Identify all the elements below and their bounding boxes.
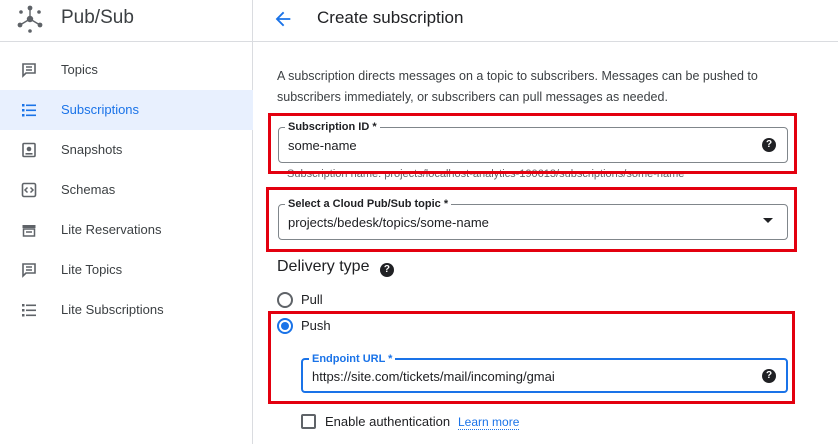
enable-authentication-checkbox[interactable]: [301, 414, 316, 429]
back-arrow-icon[interactable]: [272, 8, 294, 30]
sidebar-item-snapshots[interactable]: Snapshots: [0, 130, 253, 170]
sidebar-item-label: Snapshots: [61, 142, 123, 157]
sidebar-item-label: Lite Reservations: [61, 222, 162, 237]
pubsub-logo-icon: [17, 5, 43, 33]
push-radio-label: Push: [301, 318, 331, 333]
sidebar-item-lite-topics[interactable]: Lite Topics: [0, 250, 253, 290]
pull-radio[interactable]: [277, 292, 293, 308]
message-icon: [22, 263, 36, 278]
sidebar-item-lite-subscriptions[interactable]: Lite Subscriptions: [0, 290, 253, 330]
delivery-type-title: Delivery type ?: [277, 258, 394, 277]
help-icon[interactable]: ?: [762, 369, 776, 383]
learn-more-link[interactable]: Learn more: [458, 415, 520, 430]
subscription-id-label: Subscription ID *: [285, 120, 380, 134]
subscription-id-value: some-name: [288, 138, 357, 153]
enable-authentication-label: Enable authentication: [325, 414, 451, 429]
message-icon: [22, 63, 36, 78]
help-icon[interactable]: ?: [762, 138, 776, 152]
sidebar: Pub/Sub Topics Subscriptions Snapshots S…: [0, 0, 253, 444]
brand-header: Pub/Sub: [0, 0, 253, 42]
sidebar-item-label: Schemas: [61, 182, 116, 197]
list-icon: [22, 104, 36, 117]
dropdown-arrow-icon: [763, 218, 773, 223]
code-icon: [21, 182, 37, 198]
topic-select[interactable]: Select a Cloud Pub/Sub topic * projects/…: [278, 197, 788, 240]
sidebar-item-subscriptions[interactable]: Subscriptions: [0, 90, 253, 130]
endpoint-url-input[interactable]: Endpoint URL * https://site.com/tickets/…: [301, 352, 788, 393]
form-intro-text: A subscription directs messages on a top…: [277, 69, 758, 104]
endpoint-url-label: Endpoint URL *: [309, 352, 396, 366]
sidebar-item-label: Topics: [61, 62, 98, 77]
app-title: Pub/Sub: [61, 7, 134, 28]
page-title: Create subscription: [317, 8, 464, 27]
sidebar-item-label: Lite Subscriptions: [61, 302, 164, 317]
topic-select-label: Select a Cloud Pub/Sub topic *: [285, 197, 452, 211]
subscription-id-field[interactable]: Subscription ID * some-name ?: [278, 120, 788, 163]
subscription-name-helper: Subscription name: projects/localhost-an…: [287, 168, 685, 180]
sidebar-item-lite-reservations[interactable]: Lite Reservations: [0, 210, 253, 250]
sidebar-item-label: Subscriptions: [61, 102, 140, 117]
snapshot-icon: [22, 142, 36, 158]
page-header: Create subscription: [253, 0, 838, 42]
pull-radio-label: Pull: [301, 292, 323, 307]
topic-select-value: projects/bedesk/topics/some-name: [288, 215, 489, 230]
sidebar-item-label: Lite Topics: [61, 262, 123, 277]
delivery-type-title-text: Delivery type: [277, 258, 370, 275]
sidebar-item-topics[interactable]: Topics: [0, 50, 253, 90]
reservation-icon: [22, 225, 36, 237]
sidebar-item-schemas[interactable]: Schemas: [0, 170, 253, 210]
endpoint-url-value: https://site.com/tickets/mail/incoming/g…: [312, 369, 555, 384]
push-radio[interactable]: [277, 318, 293, 334]
list-icon: [22, 304, 36, 317]
help-icon[interactable]: ?: [379, 263, 394, 277]
